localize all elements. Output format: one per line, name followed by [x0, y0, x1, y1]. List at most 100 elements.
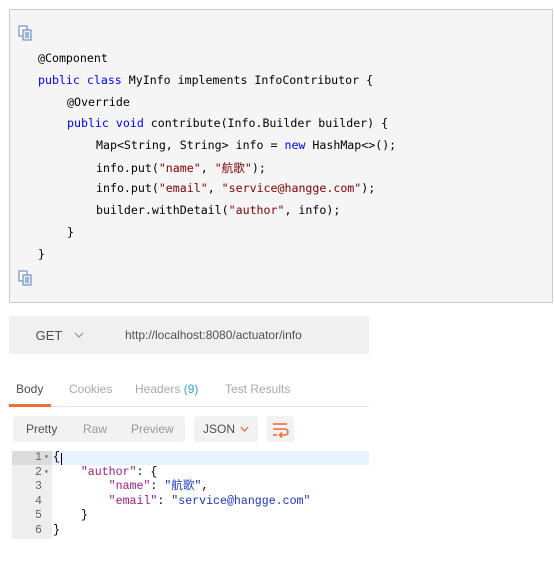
code-token: info.put( [96, 161, 159, 175]
code-line: public class MyInfo implements InfoContr… [38, 73, 373, 87]
response-line: 6} [9, 524, 369, 538]
code-token: HashMap<>(); [305, 138, 397, 152]
response-line: 5 } [9, 509, 369, 523]
json-token: , [201, 480, 209, 493]
response-line: 2 ▾ "author": { [9, 466, 369, 480]
line-number: 1 [35, 451, 42, 464]
pretty-button[interactable]: Pretty [26, 416, 57, 442]
line-number: 2 [35, 465, 42, 479]
json-token: "email" [108, 494, 158, 508]
wrap-lines-button[interactable] [267, 416, 294, 442]
code-token: contribute(Info.Builder builder) { [143, 116, 389, 130]
code-line: public void contribute(Info.Builder buil… [67, 116, 388, 130]
code-token: ); [251, 161, 266, 175]
tab-body[interactable]: Body [16, 382, 43, 396]
line-number: 5 [35, 509, 42, 522]
response-line: 1 ▾ { [9, 451, 369, 465]
raw-button[interactable]: Raw [83, 416, 107, 442]
code-token: void [115, 116, 144, 130]
text-cursor [61, 453, 62, 465]
code-token: , info); [284, 203, 341, 217]
response-body[interactable]: 1 ▾{2 ▾ "author": {3 "name": "航歌", 4 "email… [9, 450, 369, 540]
line-text: "author": { [53, 465, 158, 480]
json-token: "name" [108, 480, 151, 493]
json-token: : [150, 480, 165, 493]
code-token: , [207, 181, 222, 195]
chevron-down-icon [240, 426, 249, 432]
code-token: MyInfo implements InfoContributor { [121, 73, 374, 87]
code-line: } [67, 225, 74, 239]
line-text: "name": "航歌", [53, 480, 209, 494]
code-line: builder.withDetail("author", info); [96, 203, 340, 217]
code-token: builder.withDetail( [96, 203, 229, 217]
code-token: ); [361, 181, 376, 195]
code-snippet: @Component public class MyInfo implements… [9, 9, 553, 303]
tab-headers-label: Headers [135, 382, 181, 396]
view-mode-toggle: Pretty Raw Preview [13, 416, 185, 442]
code-token: "service@hangge.com" [221, 181, 362, 195]
fold-toggle-icon[interactable]: ▾ [44, 466, 49, 480]
response-line: 3 "name": "航歌", [9, 480, 369, 494]
code-token: @Component [38, 51, 108, 65]
code-token: , [200, 161, 215, 175]
code-line: info.put("email", "service@hangge.com"); [96, 181, 375, 195]
line-text: { [53, 451, 60, 465]
request-bar: GET http://localhost:8080/actuator/info [9, 316, 369, 354]
tab-headers[interactable]: Headers (9) [135, 382, 198, 396]
code-line: info.put("name", "航歌"); [96, 160, 266, 176]
code-token: } [67, 225, 74, 239]
chevron-down-icon [74, 332, 84, 338]
code-token: } [38, 247, 45, 261]
format-select[interactable]: JSON [194, 416, 258, 442]
code-token: info.put( [96, 181, 159, 195]
code-token: class [86, 73, 122, 87]
code-token: "name" [158, 161, 201, 175]
line-text: } [53, 524, 60, 538]
code-token: Map<String, String> info = [96, 138, 285, 152]
code-line: } [38, 247, 45, 261]
copy-icon[interactable] [17, 270, 33, 286]
code-token: "author" [228, 203, 285, 217]
format-label: JSON [203, 422, 236, 436]
headers-count-badge: (9) [183, 382, 199, 396]
copy-icon[interactable] [17, 25, 33, 41]
fold-toggle-icon[interactable]: ▾ [44, 451, 49, 465]
code-token: @Override [67, 95, 130, 109]
code-token: public [67, 116, 109, 130]
code-line: Map<String, String> info = new HashMap<>… [96, 138, 396, 152]
json-token: "author" [80, 465, 137, 479]
wrap-lines-icon [273, 423, 289, 439]
line-text: } [53, 509, 88, 523]
json-token: { [53, 451, 60, 464]
line-text: "email": "service@hangge.com" [53, 494, 311, 509]
json-token: : { [136, 465, 158, 479]
line-number: 3 [35, 480, 42, 493]
code-token: "航歌" [214, 161, 252, 175]
method-label: GET [35, 327, 63, 343]
method-select[interactable]: GET [9, 316, 111, 354]
line-number: 4 [35, 494, 42, 508]
preview-button[interactable]: Preview [131, 416, 174, 442]
code-token: new [284, 138, 306, 152]
response-tabs: Body Cookies Headers (9) Test Results [9, 372, 369, 407]
tab-cookies[interactable]: Cookies [69, 382, 112, 396]
code-line: @Override [67, 95, 130, 109]
code-token: "email" [158, 181, 208, 195]
tab-test-results[interactable]: Test Results [225, 382, 290, 396]
code-line: @Component [38, 51, 108, 65]
json-token: : [157, 494, 172, 508]
line-number: 6 [35, 523, 42, 537]
active-tab-indicator [9, 404, 51, 407]
response-line: 4 "email": "service@hangge.com" [9, 495, 369, 509]
json-token: } [53, 523, 60, 537]
url-input[interactable]: http://localhost:8080/actuator/info [117, 316, 369, 354]
code-token: public [38, 73, 80, 87]
json-token: } [53, 509, 88, 522]
json-token: "航歌" [164, 480, 202, 493]
json-token: "service@hangge.com" [171, 494, 311, 508]
